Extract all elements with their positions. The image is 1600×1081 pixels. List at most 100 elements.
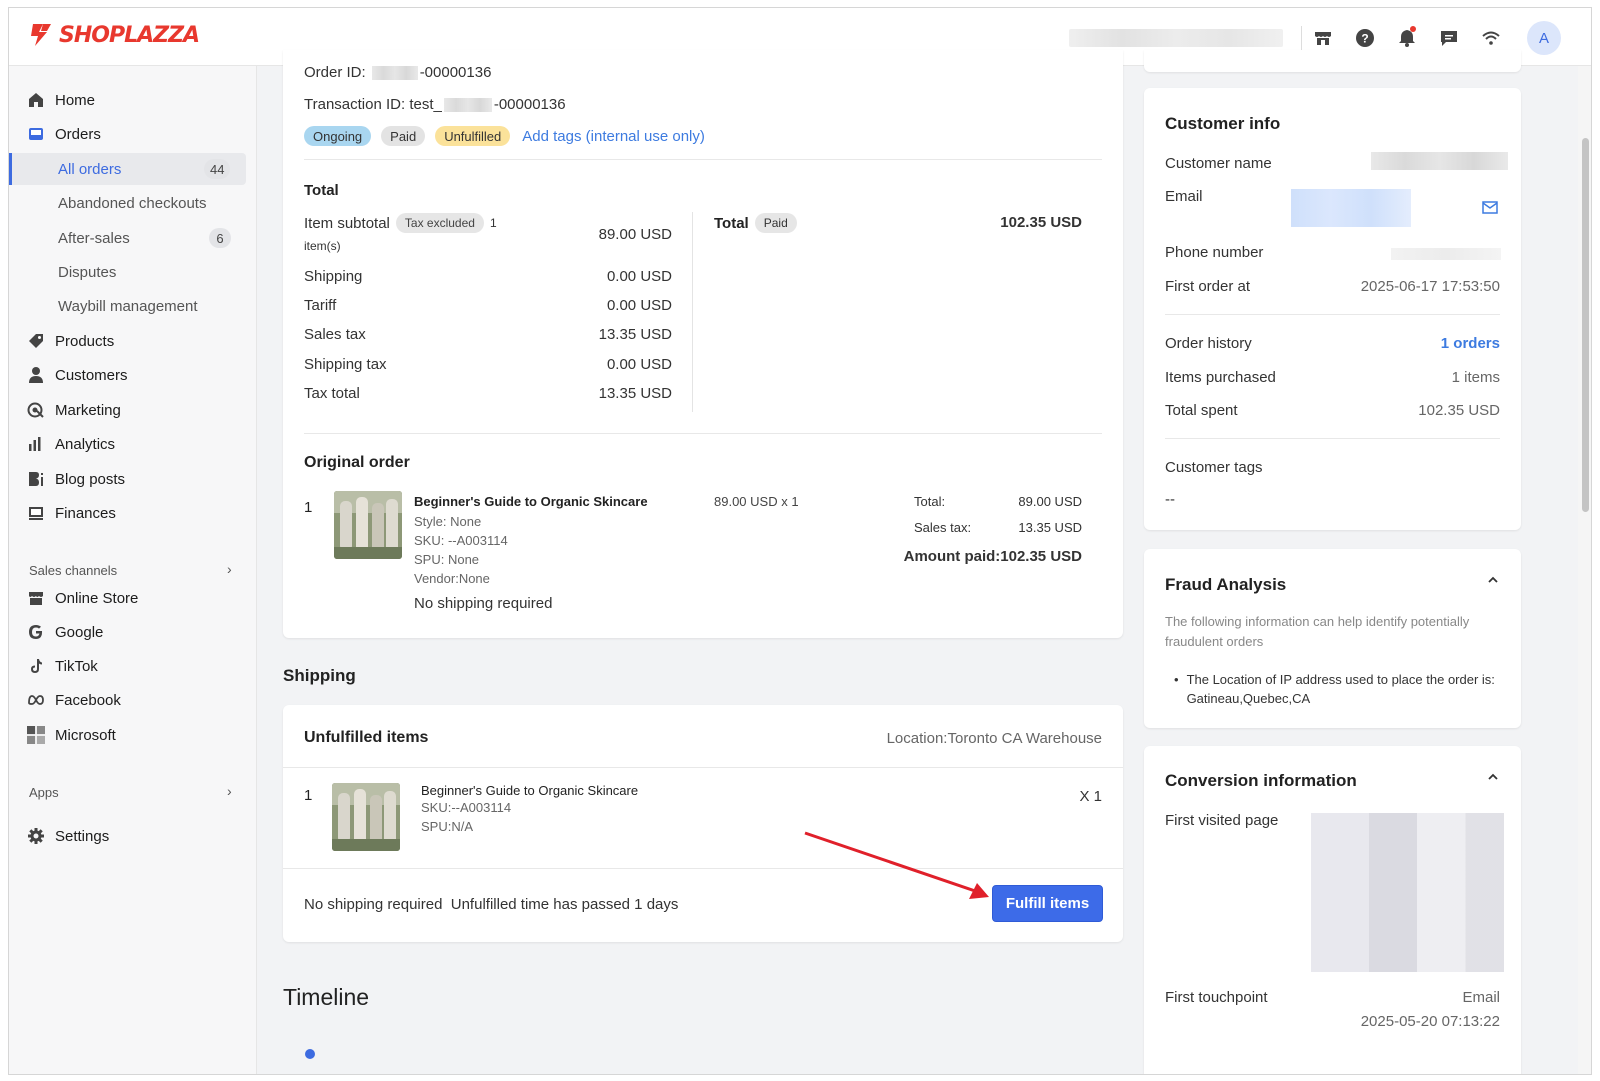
- channel-google[interactable]: Google: [27, 620, 103, 644]
- nav-marketing[interactable]: Marketing: [27, 398, 121, 422]
- notification-bell-icon[interactable]: [1395, 26, 1419, 50]
- total-spent-value: 102.35 USD: [1418, 402, 1500, 419]
- nav-products[interactable]: Products: [27, 329, 114, 353]
- divider: [304, 159, 1102, 160]
- channel-online-store[interactable]: Online Store: [27, 586, 138, 610]
- product-name[interactable]: Beginner's Guide to Organic Skincare: [421, 783, 638, 798]
- tariff-label: Tariff: [304, 297, 337, 314]
- customer-tags-label: Customer tags: [1165, 459, 1263, 476]
- order-id-row: Order ID: -00000136: [304, 64, 491, 81]
- storefront-icon[interactable]: [1311, 26, 1335, 50]
- shipping-value: 0.00 USD: [606, 268, 672, 285]
- tariff-value: 0.00 USD: [606, 297, 672, 314]
- wifi-icon[interactable]: [1479, 26, 1503, 50]
- order-id-label: Order ID:: [304, 64, 366, 81]
- mail-icon[interactable]: [1482, 201, 1498, 218]
- channel-facebook[interactable]: Facebook: [27, 688, 121, 712]
- email-redacted[interactable]: [1291, 189, 1411, 227]
- nav-settings[interactable]: Settings: [27, 824, 109, 848]
- logo-text: SHOPLAZZA: [59, 22, 200, 48]
- nav-home[interactable]: Home: [27, 88, 95, 112]
- first-visited-page-redacted: [1311, 813, 1504, 972]
- original-order-heading: Original order: [304, 454, 410, 471]
- fulfill-items-button[interactable]: Fulfill items: [992, 885, 1103, 922]
- item-subtotal-value: 89.00 USD: [598, 226, 672, 243]
- shipping-heading: Shipping: [283, 666, 356, 685]
- transaction-id-value: -00000136: [493, 96, 566, 113]
- conversion-info-card: Conversion information First visited pag…: [1144, 746, 1521, 1074]
- nav-blog-posts[interactable]: Blog posts: [27, 467, 125, 491]
- app-window: SHOPLAZZA ? A Home Orders All orders 44 …: [8, 7, 1592, 1075]
- shipping-tax-value: 0.00 USD: [606, 356, 672, 373]
- google-icon: [27, 623, 45, 641]
- blog-icon: [27, 470, 45, 488]
- product-spu: SPU: None: [414, 552, 480, 567]
- add-tags-link[interactable]: Add tags (internal use only): [522, 128, 705, 145]
- nav-waybill-management[interactable]: Waybill management: [58, 294, 198, 318]
- nav-label: Abandoned checkouts: [58, 194, 207, 212]
- first-touchpoint-time: 2025-05-20 07:13:22: [1360, 1013, 1500, 1030]
- scrollbar[interactable]: [1578, 66, 1591, 1074]
- product-sku: SKU:--A003114: [421, 800, 512, 815]
- chevron-right-icon[interactable]: ›: [227, 561, 232, 577]
- user-avatar[interactable]: A: [1527, 21, 1561, 55]
- tax-total-value: 13.35 USD: [598, 385, 672, 402]
- nav-label: Online Store: [55, 589, 139, 607]
- tiktok-icon: [27, 657, 45, 675]
- divider: [304, 433, 1102, 434]
- orders-icon: [27, 125, 45, 143]
- nav-label: Products: [55, 332, 115, 350]
- fulfillment-location: Location:Toronto CA Warehouse: [886, 730, 1102, 747]
- scrollbar-thumb[interactable]: [1582, 138, 1589, 512]
- channel-tiktok[interactable]: TikTok: [27, 654, 98, 678]
- nav-customers[interactable]: Customers: [27, 363, 128, 387]
- nav-orders[interactable]: Orders: [27, 122, 101, 146]
- product-image: [332, 783, 400, 851]
- nav-label: Marketing: [55, 401, 121, 419]
- shipping-label: Shipping: [304, 268, 363, 285]
- first-order-value: 2025-06-17 17:53:50: [1360, 278, 1500, 295]
- nav-label: TikTok: [55, 657, 98, 675]
- chevron-up-icon[interactable]: [1487, 573, 1499, 590]
- nav-finances[interactable]: Finances: [27, 501, 116, 525]
- chevron-right-icon[interactable]: ›: [227, 783, 232, 799]
- items-unit: item(s): [304, 239, 341, 253]
- chevron-up-icon[interactable]: [1487, 770, 1499, 787]
- fraud-bullet: • The Location of IP address used to pla…: [1174, 670, 1504, 708]
- store-name-redacted[interactable]: [1069, 29, 1283, 47]
- home-icon: [27, 91, 45, 109]
- status-badge-paid: Paid: [381, 126, 426, 146]
- grand-total-label: Total: [714, 214, 749, 232]
- shoplazza-logo[interactable]: SHOPLAZZA: [29, 22, 200, 48]
- card-bottom-edge: [1144, 50, 1521, 72]
- first-touchpoint-label: First touchpoint: [1165, 989, 1268, 1006]
- nav-disputes[interactable]: Disputes: [58, 260, 116, 284]
- nav-label: Customers: [55, 366, 128, 384]
- divider: [692, 212, 693, 412]
- gear-icon: [27, 827, 45, 845]
- conversion-heading: Conversion information: [1165, 771, 1357, 790]
- order-history-link[interactable]: 1 orders: [1341, 335, 1500, 352]
- message-icon[interactable]: [1437, 26, 1461, 50]
- line-total-value: 89.00 USD: [1018, 494, 1082, 509]
- grand-total-value: 102.35 USD: [1000, 214, 1082, 231]
- sidebar: Home Orders All orders 44 Abandoned chec…: [9, 66, 257, 1074]
- nav-analytics[interactable]: Analytics: [27, 432, 115, 456]
- help-icon[interactable]: ?: [1353, 26, 1377, 50]
- item-count: 1: [489, 216, 497, 230]
- nav-label: Google: [55, 623, 104, 641]
- channel-microsoft[interactable]: Microsoft: [27, 723, 116, 747]
- all-orders-count-badge: 44: [204, 159, 231, 179]
- nav-all-orders[interactable]: All orders: [58, 157, 121, 181]
- nav-abandoned-checkouts[interactable]: Abandoned checkouts: [58, 191, 206, 215]
- product-spu: SPU:N/A: [421, 819, 474, 834]
- product-thumbnail[interactable]: [332, 783, 400, 851]
- first-visited-label: First visited page: [1165, 812, 1279, 829]
- customer-name-redacted: [1371, 152, 1508, 170]
- product-name[interactable]: Beginner's Guide to Organic Skincare: [414, 494, 648, 509]
- fulfillment-status-text: No shipping required Unfulfilled time ha…: [304, 896, 679, 913]
- storefront-icon: [27, 589, 45, 607]
- tag-icon: [27, 332, 45, 350]
- product-thumbnail[interactable]: [334, 491, 402, 559]
- nav-after-sales[interactable]: After-sales: [58, 226, 130, 250]
